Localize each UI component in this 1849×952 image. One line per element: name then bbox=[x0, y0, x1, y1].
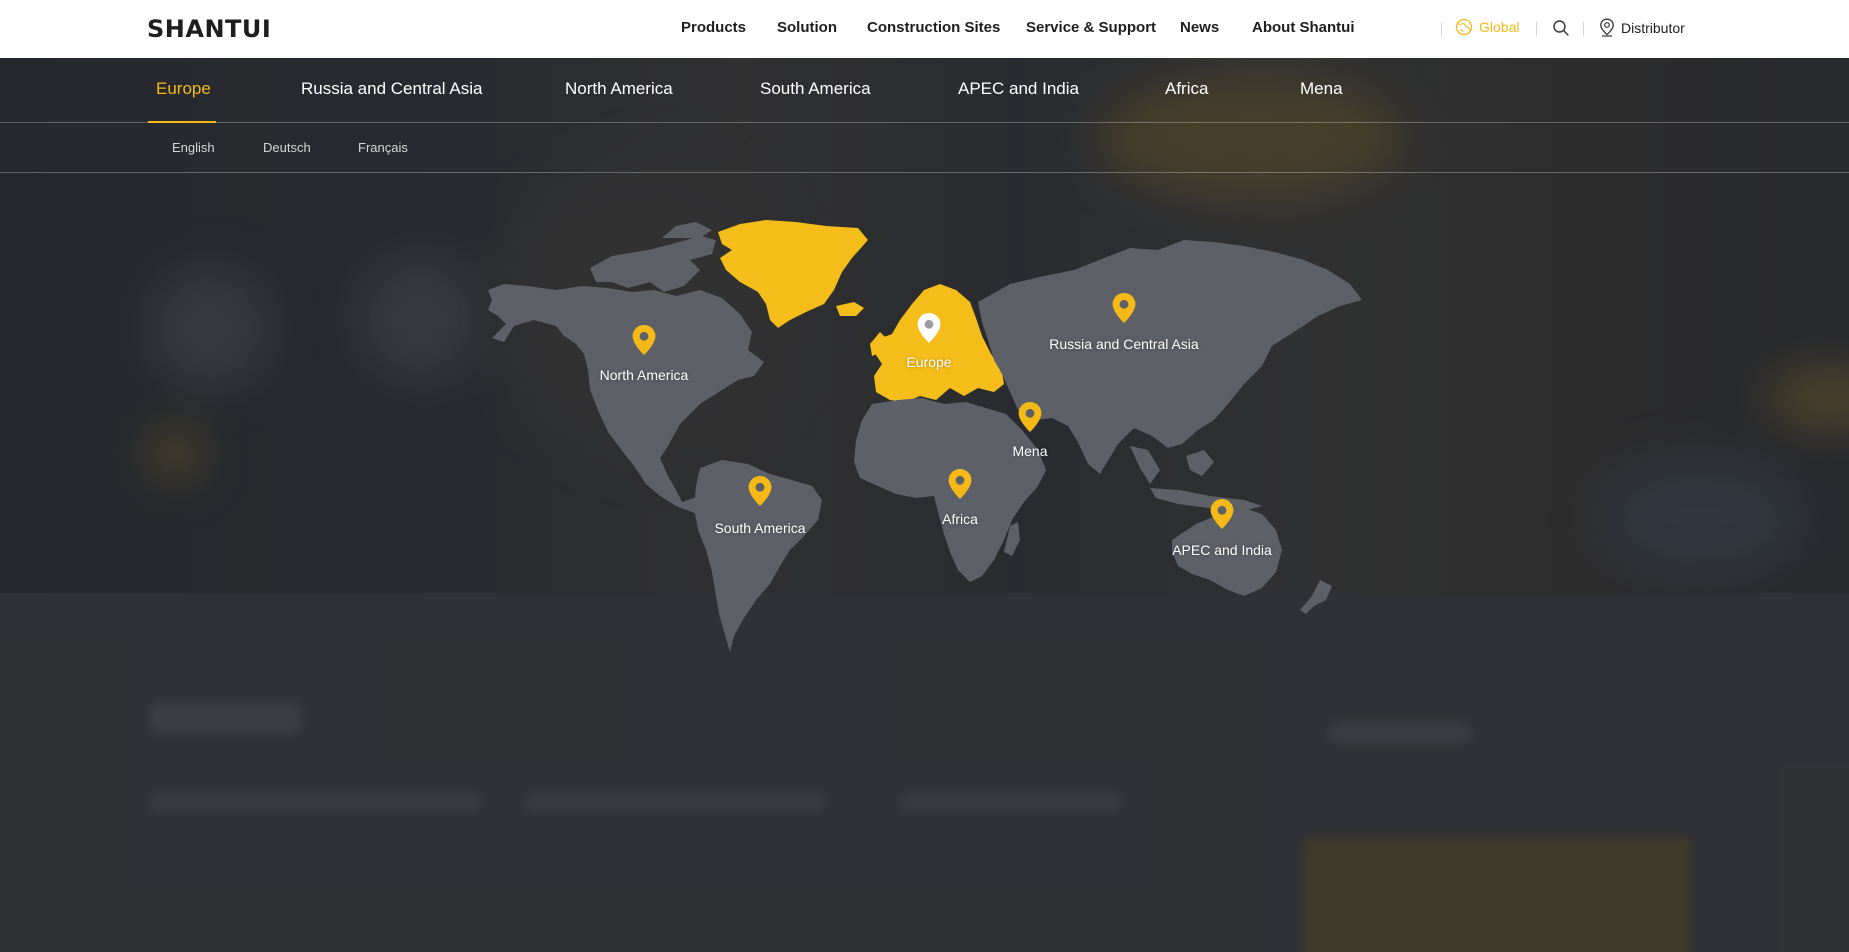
map-pin-europe[interactable] bbox=[916, 312, 942, 344]
map-label-africa[interactable]: Africa bbox=[942, 511, 978, 527]
map-land-new-zealand bbox=[1300, 580, 1332, 614]
distributor-button[interactable]: Distributor bbox=[1599, 18, 1685, 37]
nav-service-support[interactable]: Service & Support bbox=[1026, 19, 1156, 36]
search-icon bbox=[1553, 20, 1569, 36]
map-label-europe[interactable]: Europe bbox=[906, 354, 951, 370]
map-land-iceland bbox=[836, 302, 864, 316]
location-pin-icon bbox=[1600, 18, 1614, 37]
map-pin-north-america[interactable] bbox=[631, 324, 657, 356]
nav-solution[interactable]: Solution bbox=[777, 19, 837, 36]
map-pin-africa[interactable] bbox=[947, 468, 973, 500]
distributor-label: Distributor bbox=[1621, 19, 1685, 36]
divider bbox=[1583, 22, 1584, 36]
nav-construction-sites[interactable]: Construction Sites bbox=[867, 19, 1000, 36]
map-label-north-america[interactable]: North America bbox=[600, 367, 689, 383]
map-land-arctic-islands bbox=[590, 236, 716, 292]
globe-icon bbox=[1455, 18, 1473, 36]
map-land-asia[interactable] bbox=[978, 240, 1362, 474]
top-header: SHANTUI Products Solution Construction S… bbox=[0, 0, 1849, 58]
map-pin-south-america[interactable] bbox=[747, 475, 773, 507]
divider bbox=[1536, 22, 1537, 36]
map-label-russia-central-asia[interactable]: Russia and Central Asia bbox=[1049, 336, 1198, 352]
map-pin-mena[interactable] bbox=[1017, 401, 1043, 433]
shantui-logo[interactable]: SHANTUI bbox=[147, 15, 271, 43]
map-pin-apec-india[interactable] bbox=[1209, 498, 1235, 530]
global-label: Global bbox=[1479, 19, 1520, 35]
global-button[interactable]: Global bbox=[1455, 18, 1519, 36]
divider bbox=[1441, 22, 1442, 36]
map-label-mena[interactable]: Mena bbox=[1012, 443, 1047, 459]
map-label-south-america[interactable]: South America bbox=[714, 520, 805, 536]
map-land-southeast-asia bbox=[1186, 450, 1214, 476]
nav-products[interactable]: Products bbox=[681, 19, 746, 36]
map-land-arctic-islands bbox=[662, 222, 712, 238]
search-button[interactable] bbox=[1552, 19, 1570, 42]
map-land-southeast-asia bbox=[1130, 446, 1160, 484]
nav-about-shantui[interactable]: About Shantui bbox=[1252, 19, 1354, 36]
nav-news[interactable]: News bbox=[1180, 19, 1219, 36]
world-map bbox=[488, 220, 1362, 652]
map-pin-russia-central-asia[interactable] bbox=[1111, 292, 1137, 324]
map-label-apec-india[interactable]: APEC and India bbox=[1172, 542, 1272, 558]
